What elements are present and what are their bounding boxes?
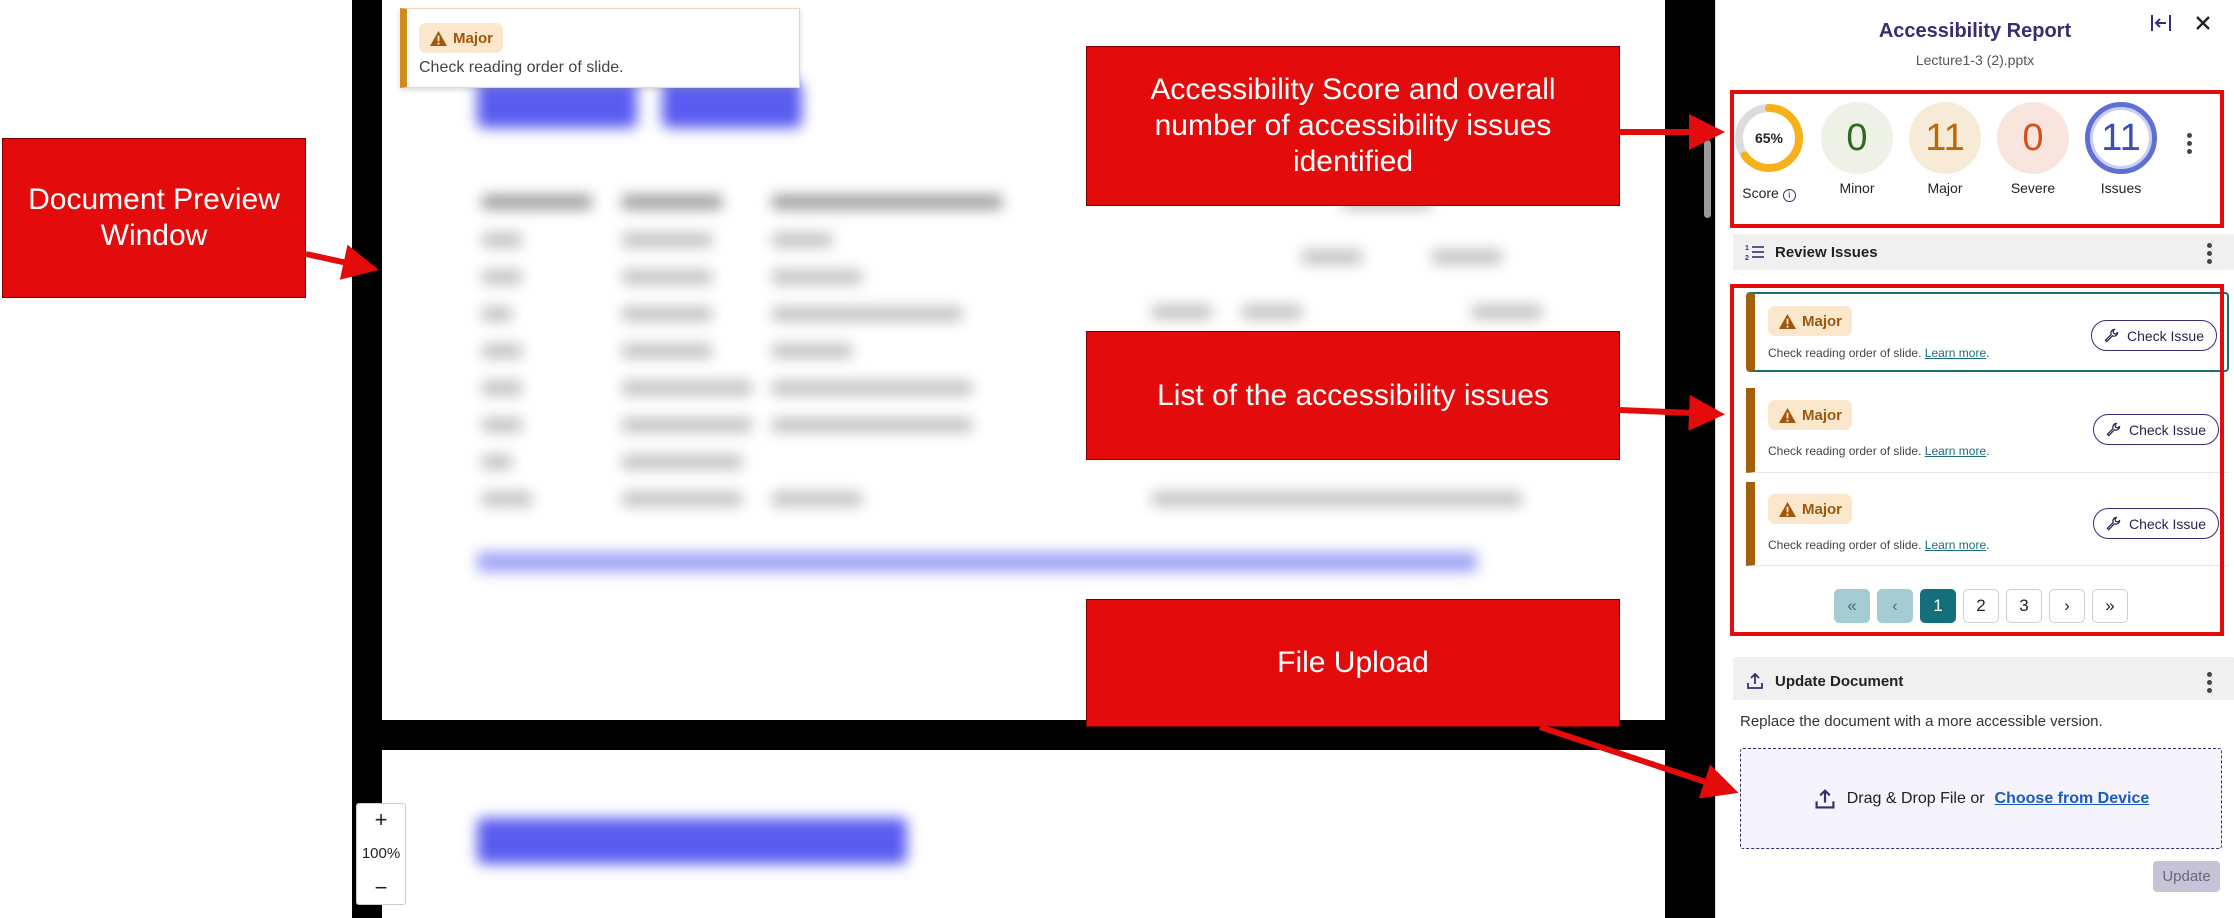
close-icon[interactable] bbox=[2192, 12, 2214, 34]
slide-page-2 bbox=[382, 750, 1665, 918]
update-description: Replace the document with a more accessi… bbox=[1740, 713, 2103, 730]
score-callout: Accessibility Score and overall number o… bbox=[1086, 46, 1620, 206]
score-highlight-box bbox=[1730, 90, 2224, 228]
choose-from-device-link[interactable]: Choose from Device bbox=[1995, 790, 2150, 808]
update-menu-icon[interactable] bbox=[2199, 672, 2219, 693]
file-upload-callout: File Upload bbox=[1086, 599, 1620, 727]
issue-tooltip: Major Check reading order of slide. bbox=[400, 8, 800, 88]
upload-icon bbox=[1747, 672, 1763, 689]
zoom-controls: + 100% − bbox=[356, 803, 406, 905]
zoom-level: 100% bbox=[361, 845, 401, 862]
review-menu-icon[interactable] bbox=[2199, 243, 2219, 264]
collapse-panel-icon[interactable] bbox=[2150, 12, 2172, 34]
svg-text:1: 1 bbox=[1745, 245, 1749, 252]
file-drop-zone[interactable]: Drag & Drop File or Choose from Device bbox=[1740, 748, 2222, 849]
issues-callout: List of the accessibility issues bbox=[1086, 331, 1620, 460]
update-document-title: Update Document bbox=[1775, 672, 1904, 690]
update-button[interactable]: Update bbox=[2153, 861, 2220, 892]
issues-highlight-box bbox=[1730, 284, 2224, 636]
preview-scrollbar[interactable] bbox=[1704, 140, 1711, 218]
severity-badge: Major bbox=[419, 23, 504, 53]
review-issues-title: Review Issues bbox=[1775, 243, 1878, 261]
severity-label: Major bbox=[453, 29, 494, 47]
svg-text:2: 2 bbox=[1745, 255, 1749, 262]
upload-icon bbox=[1815, 788, 1835, 808]
document-filename: Lecture1-3 (2).pptx bbox=[1915, 52, 2035, 68]
zoom-in-button[interactable]: + bbox=[357, 804, 405, 836]
preview-window-callout: Document Preview Window bbox=[2, 138, 306, 298]
numbered-list-icon: 12 bbox=[1745, 245, 1764, 262]
slide-link-blur bbox=[477, 552, 1477, 572]
zoom-out-button[interactable]: − bbox=[357, 872, 405, 904]
slide-title-blur bbox=[477, 82, 637, 128]
warning-icon bbox=[430, 30, 447, 46]
tooltip-message: Check reading order of slide. bbox=[419, 59, 624, 76]
screenshot-stage: Major Check reading order of slide. + 10… bbox=[0, 0, 2234, 918]
review-issues-header[interactable]: 12 Review Issues bbox=[1733, 234, 2234, 270]
slide-title-blur bbox=[477, 818, 907, 864]
update-document-header[interactable]: Update Document bbox=[1733, 663, 2234, 699]
slide-title-blur bbox=[662, 82, 802, 128]
drop-text: Drag & Drop File or bbox=[1846, 789, 1985, 807]
